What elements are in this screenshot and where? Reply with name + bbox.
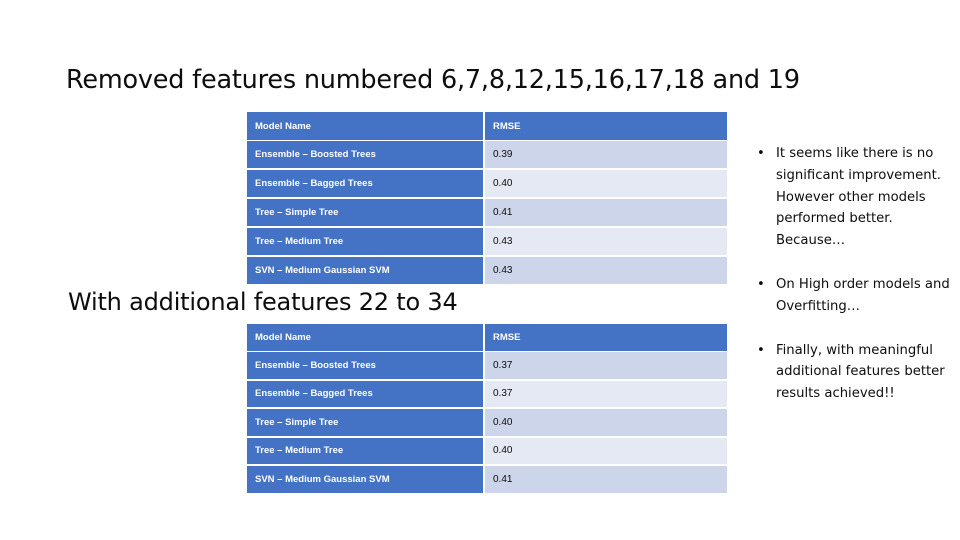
bullet-dot-icon: • [757, 146, 765, 161]
table-row: Ensemble – Bagged Trees 0.37 [247, 380, 727, 409]
cell-model-name: Tree – Simple Tree [247, 409, 485, 438]
column-header-model-name: Model Name [247, 112, 485, 141]
table-body: Ensemble – Boosted Trees 0.39 Ensemble –… [247, 141, 727, 284]
commentary-bullet-list: • It seems like there is no significant … [750, 143, 956, 405]
page-title-removed-features: Removed features numbered 6,7,8,12,15,16… [66, 65, 800, 95]
table-row: SVN – Medium Gaussian SVM 0.43 [247, 257, 727, 284]
table-header-row: Model Name RMSE [247, 112, 727, 141]
table-row: Ensemble – Boosted Trees 0.37 [247, 352, 727, 381]
cell-model-name: Ensemble – Bagged Trees [247, 380, 485, 409]
table-header-row: Model Name RMSE [247, 324, 727, 352]
cell-rmse-value: 0.40 [485, 409, 727, 438]
table-row: Tree – Simple Tree 0.40 [247, 409, 727, 438]
list-item-text: On High order models and Overfitting… [776, 276, 950, 314]
cell-model-name: Ensemble – Bagged Trees [247, 170, 485, 199]
cell-model-name: SVN – Medium Gaussian SVM [247, 257, 485, 284]
cell-rmse-value: 0.41 [485, 466, 727, 493]
table-row: Ensemble – Boosted Trees 0.39 [247, 141, 727, 170]
cell-model-name: Tree – Medium Tree [247, 437, 485, 466]
column-header-rmse: RMSE [485, 324, 727, 352]
page-title-additional-features: With additional features 22 to 34 [68, 288, 458, 316]
cell-rmse-value: 0.43 [485, 257, 727, 284]
list-item: • It seems like there is no significant … [750, 143, 956, 252]
bullet-dot-icon: • [757, 342, 765, 358]
column-header-rmse: RMSE [485, 112, 727, 141]
table-row: Tree – Simple Tree 0.41 [247, 199, 727, 228]
cell-model-name: Ensemble – Boosted Trees [247, 352, 485, 381]
list-item: • Finally, with meaningful additional fe… [750, 340, 956, 405]
table-row: SVN – Medium Gaussian SVM 0.41 [247, 466, 727, 493]
bullet-dot-icon: • [757, 276, 765, 292]
table-header: Model Name RMSE [247, 324, 727, 352]
cell-rmse-value: 0.37 [485, 380, 727, 409]
results-table-additional-features: Model Name RMSE Ensemble – Boosted Trees… [247, 324, 727, 493]
cell-model-name: Tree – Simple Tree [247, 199, 485, 228]
table-row: Tree – Medium Tree 0.40 [247, 437, 727, 466]
cell-model-name: Ensemble – Boosted Trees [247, 141, 485, 170]
cell-rmse-value: 0.40 [485, 437, 727, 466]
table-row: Tree – Medium Tree 0.43 [247, 228, 727, 257]
cell-model-name: Tree – Medium Tree [247, 228, 485, 257]
results-table-removed-features: Model Name RMSE Ensemble – Boosted Trees… [247, 112, 727, 284]
cell-rmse-value: 0.41 [485, 199, 727, 228]
table-body: Ensemble – Boosted Trees 0.37 Ensemble –… [247, 352, 727, 493]
cell-rmse-value: 0.37 [485, 352, 727, 381]
cell-model-name: SVN – Medium Gaussian SVM [247, 466, 485, 493]
cell-rmse-value: 0.39 [485, 141, 727, 170]
table-row: Ensemble – Bagged Trees 0.40 [247, 170, 727, 199]
slide-canvas: Removed features numbered 6,7,8,12,15,16… [0, 0, 960, 540]
cell-rmse-value: 0.40 [485, 170, 727, 199]
list-item-text: Finally, with meaningful additional feat… [776, 342, 945, 402]
table-header: Model Name RMSE [247, 112, 727, 141]
list-item-text: It seems like there is no significant im… [776, 146, 941, 249]
cell-rmse-value: 0.43 [485, 228, 727, 257]
column-header-model-name: Model Name [247, 324, 485, 352]
list-item: • On High order models and Overfitting… [750, 274, 956, 318]
